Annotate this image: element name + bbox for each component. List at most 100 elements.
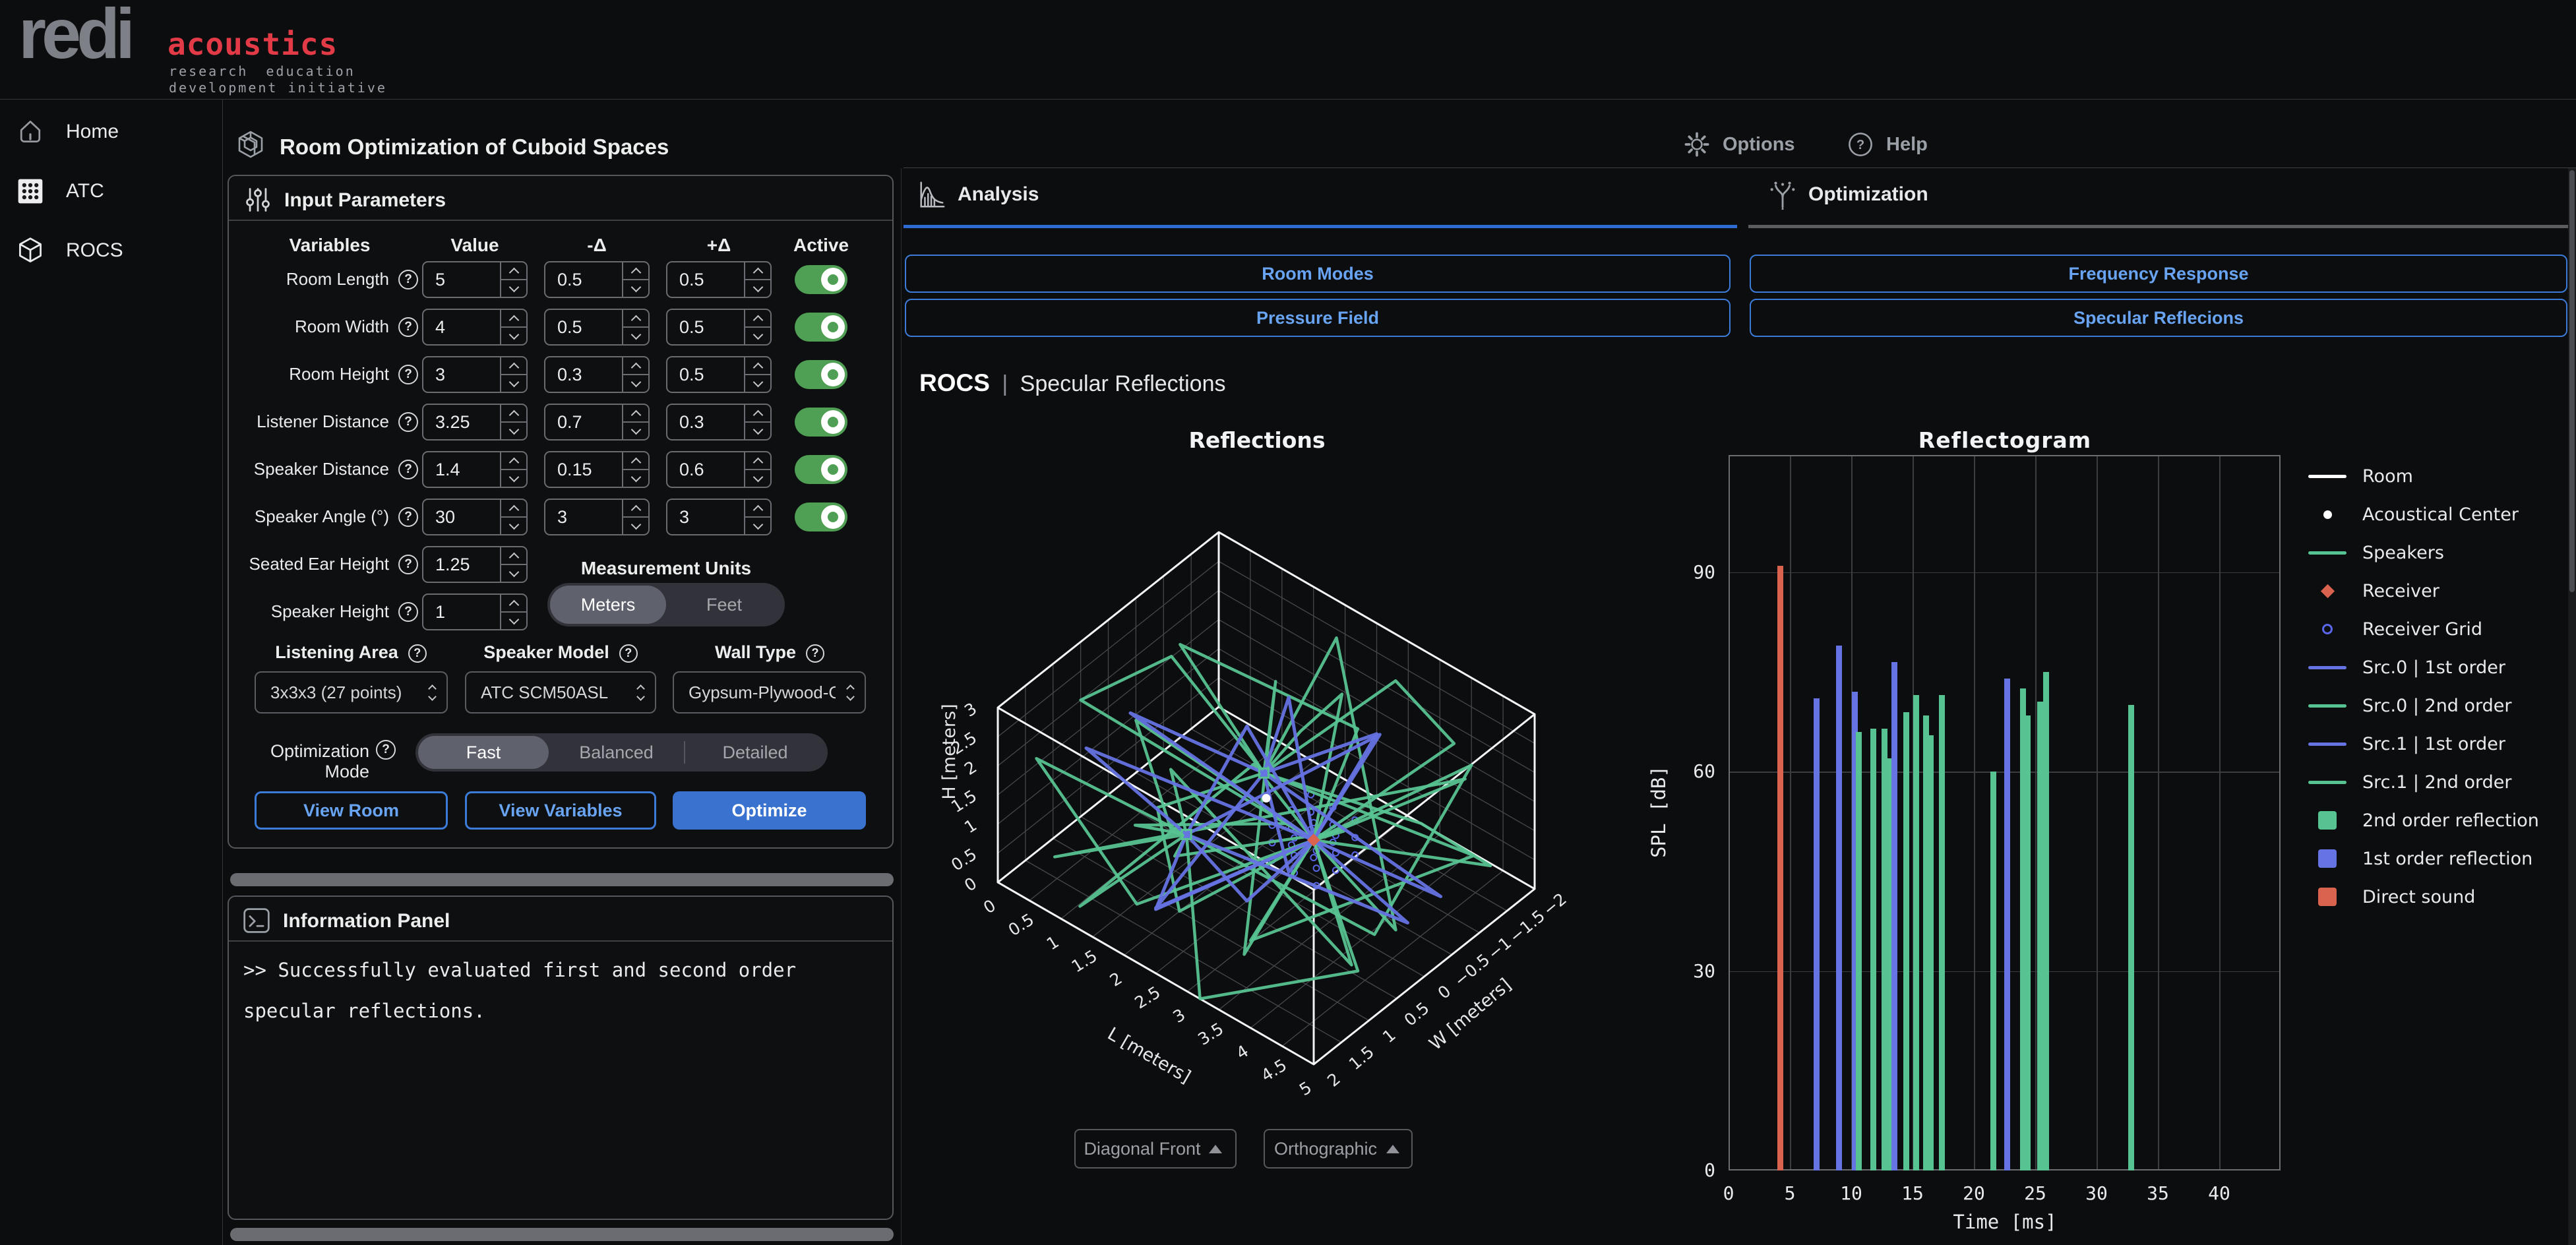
minus-delta-spinner[interactable]: 3 [544,499,650,535]
spinner-value[interactable]: 1 [423,595,500,629]
room-modes-button[interactable]: Room Modes [905,255,1731,293]
spinner-up-button[interactable] [501,310,526,326]
sidebar-item-rocs[interactable]: ROCS [0,224,222,277]
spinner-up-button[interactable] [623,310,648,326]
spinner-value[interactable]: 0.5 [667,262,744,297]
help-icon[interactable]: ? [398,412,418,432]
plus-delta-spinner[interactable]: 0.5 [666,356,772,393]
spinner-down-button[interactable] [745,374,770,392]
value-spinner[interactable]: 30 [422,499,528,535]
spinner-up-button[interactable] [623,500,648,516]
plus-delta-spinner[interactable]: 0.6 [666,451,772,488]
value-spinner[interactable]: 5 [422,261,528,298]
sidebar-item-home[interactable]: Home [0,106,222,158]
active-toggle[interactable] [795,502,847,531]
spinner-up-button[interactable] [501,452,526,469]
spinner-value[interactable]: 30 [423,500,500,534]
spinner-value[interactable]: 1.4 [423,452,500,487]
plus-delta-spinner[interactable]: 0.5 [666,261,772,298]
spinner-value[interactable]: 0.3 [545,357,622,392]
spinner-up-button[interactable] [623,357,648,374]
spinner-up-button[interactable] [745,262,770,279]
value-spinner[interactable]: 3.25 [422,404,528,440]
spinner-value[interactable]: 0.6 [667,452,744,487]
spinner-down-button[interactable] [745,326,770,344]
sidebar-item-atc[interactable]: ATC [0,165,222,218]
spinner-up-button[interactable] [501,547,526,564]
spinner-value[interactable]: 0.5 [545,310,622,344]
spinner-down-button[interactable] [623,516,648,534]
active-toggle[interactable] [795,313,847,342]
spinner-down-button[interactable] [501,564,526,582]
active-toggle[interactable] [795,265,847,294]
view-variables-button[interactable]: View Variables [465,791,656,830]
spinner-value[interactable]: 3 [423,357,500,392]
value-spinner[interactable]: 4 [422,309,528,346]
specular-reflections-button[interactable]: Specular Reflecions [1750,299,2567,337]
minus-delta-spinner[interactable]: 0.5 [544,309,650,346]
active-toggle[interactable] [795,408,847,437]
help-icon[interactable]: ? [398,555,418,574]
mode-option-fast[interactable]: Fast [418,736,549,769]
optimize-button[interactable]: Optimize [673,791,866,830]
help-icon[interactable]: ? [398,602,418,622]
spinner-down-button[interactable] [501,611,526,629]
value-spinner[interactable]: 3 [422,356,528,393]
spinner-up-button[interactable] [501,262,526,279]
tab-analysis[interactable]: Analysis [917,179,1039,210]
spinner-down-button[interactable] [623,421,648,439]
value-spinner[interactable]: 1.25 [422,546,528,583]
help-icon[interactable]: ? [806,644,824,663]
spinner-down-button[interactable] [501,374,526,392]
spinner-down-button[interactable] [745,279,770,297]
spinner-value[interactable]: 0.7 [545,405,622,439]
minus-delta-spinner[interactable]: 0.3 [544,356,650,393]
help-icon[interactable]: ? [398,270,418,289]
help-icon[interactable]: ? [398,317,418,337]
minus-delta-spinner[interactable]: 0.15 [544,451,650,488]
listening-area-select[interactable]: 3x3x3 (27 points) [255,671,448,714]
spinner-value[interactable]: 1.25 [423,547,500,582]
spinner-up-button[interactable] [501,357,526,374]
brand-logo[interactable]: redi [18,0,131,75]
spinner-down-button[interactable] [623,469,648,487]
spinner-value[interactable]: 4 [423,310,500,344]
spinner-down-button[interactable] [501,421,526,439]
spinner-up-button[interactable] [745,452,770,469]
spinner-down-button[interactable] [745,516,770,534]
units-option-feet[interactable]: Feet [666,586,782,624]
spinner-up-button[interactable] [501,405,526,421]
panel-resize-handle[interactable] [230,873,894,886]
spinner-down-button[interactable] [745,469,770,487]
spinner-down-button[interactable] [501,279,526,297]
minus-delta-spinner[interactable]: 0.5 [544,261,650,298]
value-spinner[interactable]: 1 [422,593,528,630]
pressure-field-button[interactable]: Pressure Field [905,299,1731,337]
minus-delta-spinner[interactable]: 0.7 [544,404,650,440]
plus-delta-spinner[interactable]: 0.3 [666,404,772,440]
tab-optimization[interactable]: Optimization [1767,179,1928,210]
options-button[interactable]: Options [1683,131,1795,158]
view-room-button[interactable]: View Room [255,791,448,830]
active-toggle[interactable] [795,360,847,389]
help-icon[interactable]: ? [408,644,427,663]
spinner-value[interactable]: 0.5 [545,262,622,297]
spinner-up-button[interactable] [501,595,526,611]
spinner-up-button[interactable] [745,357,770,374]
spinner-down-button[interactable] [501,516,526,534]
mode-option-detailed[interactable]: Detailed [685,736,825,769]
spinner-down-button[interactable] [623,326,648,344]
help-icon[interactable]: ? [398,365,418,384]
spinner-up-button[interactable] [623,405,648,421]
speaker-model-select[interactable]: ATC SCM50ASL [465,671,656,714]
spinner-up-button[interactable] [745,310,770,326]
help-button[interactable]: ? Help [1847,131,1928,158]
units-option-meters[interactable]: Meters [550,586,666,624]
spinner-value[interactable]: 3.25 [423,405,500,439]
spinner-down-button[interactable] [623,374,648,392]
help-icon[interactable]: ? [376,740,396,760]
spinner-value[interactable]: 3 [667,500,744,534]
value-spinner[interactable]: 1.4 [422,451,528,488]
help-icon[interactable]: ? [398,507,418,527]
frequency-response-button[interactable]: Frequency Response [1750,255,2567,293]
